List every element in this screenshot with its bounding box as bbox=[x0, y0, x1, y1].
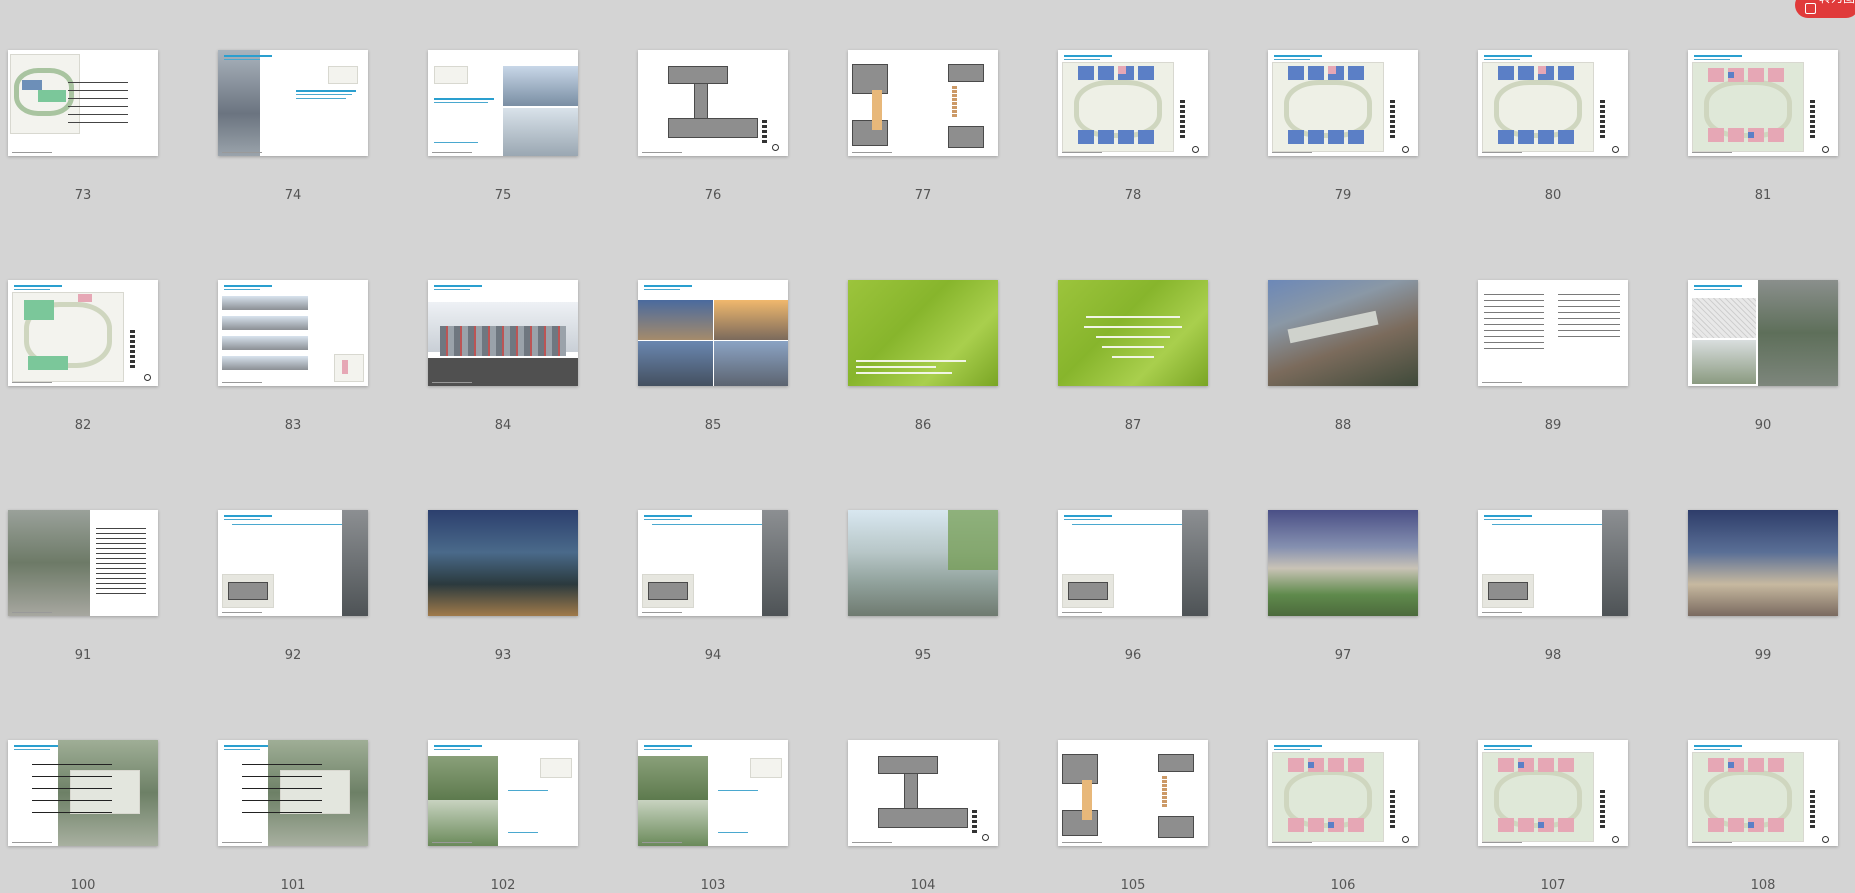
page-number-label: 85 bbox=[704, 418, 722, 433]
page-thumbnail-image[interactable] bbox=[218, 280, 368, 386]
page-number-label: 74 bbox=[284, 188, 302, 203]
page-number-label: 106 bbox=[1330, 878, 1356, 893]
page-thumbnail-image[interactable] bbox=[218, 510, 368, 616]
page-thumbnail-image[interactable] bbox=[1478, 280, 1628, 386]
page-number-label: 94 bbox=[704, 648, 722, 663]
page-thumbnail-image[interactable] bbox=[848, 740, 998, 846]
page-thumbnail-image[interactable] bbox=[1268, 50, 1418, 156]
page-number-label: 79 bbox=[1334, 188, 1352, 203]
page-thumbnail-image[interactable] bbox=[1688, 740, 1838, 846]
page-thumbnail-image[interactable] bbox=[1058, 740, 1208, 846]
page-thumbnail-image[interactable] bbox=[848, 50, 998, 156]
page-number-label: 105 bbox=[1120, 878, 1146, 893]
convert-to-image-label: 转为图 bbox=[1819, 0, 1855, 15]
page-thumbnail-image[interactable] bbox=[428, 740, 578, 846]
page-thumbnail-image[interactable] bbox=[848, 510, 998, 616]
page-number-label: 101 bbox=[280, 878, 306, 893]
page-thumbnail-image[interactable] bbox=[1688, 50, 1838, 156]
page-number-label: 97 bbox=[1334, 648, 1352, 663]
page-number-label: 98 bbox=[1544, 648, 1562, 663]
page-thumbnail-image[interactable] bbox=[1478, 50, 1628, 156]
page-thumbnail-image[interactable] bbox=[638, 50, 788, 156]
page-number-label: 84 bbox=[494, 418, 512, 433]
page-number-label: 90 bbox=[1754, 418, 1772, 433]
page-number-label: 107 bbox=[1540, 878, 1566, 893]
page-number-label: 102 bbox=[490, 878, 516, 893]
page-number-label: 108 bbox=[1750, 878, 1776, 893]
page-number-label: 82 bbox=[74, 418, 92, 433]
page-number-label: 76 bbox=[704, 188, 722, 203]
page-thumbnail-image[interactable] bbox=[1688, 510, 1838, 616]
page-thumbnail-image[interactable] bbox=[638, 510, 788, 616]
page-thumbnail-image[interactable] bbox=[218, 50, 368, 156]
page-thumbnail-image[interactable] bbox=[218, 740, 368, 846]
page-number-label: 93 bbox=[494, 648, 512, 663]
page-number-label: 99 bbox=[1754, 648, 1772, 663]
page-thumbnail-image[interactable] bbox=[1268, 280, 1418, 386]
page-thumbnail-image[interactable] bbox=[1058, 50, 1208, 156]
page-number-label: 80 bbox=[1544, 188, 1562, 203]
page-thumbnail-image[interactable] bbox=[8, 740, 158, 846]
page-number-label: 77 bbox=[914, 188, 932, 203]
page-thumbnail-image[interactable] bbox=[1268, 510, 1418, 616]
image-convert-icon bbox=[1805, 3, 1816, 14]
page-number-label: 73 bbox=[74, 188, 92, 203]
page-number-label: 83 bbox=[284, 418, 302, 433]
page-number-label: 88 bbox=[1334, 418, 1352, 433]
page-thumbnail-image[interactable] bbox=[1478, 510, 1628, 616]
page-number-label: 95 bbox=[914, 648, 932, 663]
page-number-label: 81 bbox=[1754, 188, 1772, 203]
convert-to-image-button[interactable]: 转为图 bbox=[1795, 0, 1855, 18]
page-thumbnail-image[interactable] bbox=[1268, 740, 1418, 846]
page-thumbnail-image[interactable] bbox=[1058, 280, 1208, 386]
page-number-label: 92 bbox=[284, 648, 302, 663]
page-thumbnail-image[interactable] bbox=[428, 510, 578, 616]
page-thumbnail-image[interactable] bbox=[848, 280, 998, 386]
page-number-label: 75 bbox=[494, 188, 512, 203]
page-number-label: 100 bbox=[70, 878, 96, 893]
page-number-label: 78 bbox=[1124, 188, 1142, 203]
page-thumbnail-image[interactable] bbox=[1688, 280, 1838, 386]
page-thumbnail-image[interactable] bbox=[638, 740, 788, 846]
page-thumbnail-image[interactable] bbox=[8, 280, 158, 386]
page-thumbnail-image[interactable] bbox=[1478, 740, 1628, 846]
page-thumbnail-image[interactable] bbox=[428, 50, 578, 156]
page-thumbnail-image[interactable] bbox=[8, 50, 158, 156]
page-thumbnail-image[interactable] bbox=[1058, 510, 1208, 616]
page-number-label: 104 bbox=[910, 878, 936, 893]
page-number-label: 103 bbox=[700, 878, 726, 893]
page-thumbnail-image[interactable] bbox=[638, 280, 788, 386]
page-number-label: 96 bbox=[1124, 648, 1142, 663]
page-number-label: 87 bbox=[1124, 418, 1142, 433]
page-number-label: 91 bbox=[74, 648, 92, 663]
page-thumbnail-image[interactable] bbox=[8, 510, 158, 616]
page-thumbnail-image[interactable] bbox=[428, 280, 578, 386]
page-number-label: 89 bbox=[1544, 418, 1562, 433]
page-number-label: 86 bbox=[914, 418, 932, 433]
thumbnail-grid: 73 74 75 76 77 78 79 80 81 82 83 84 85 86 87 88 89 90 91 92… bbox=[0, 0, 1855, 893]
